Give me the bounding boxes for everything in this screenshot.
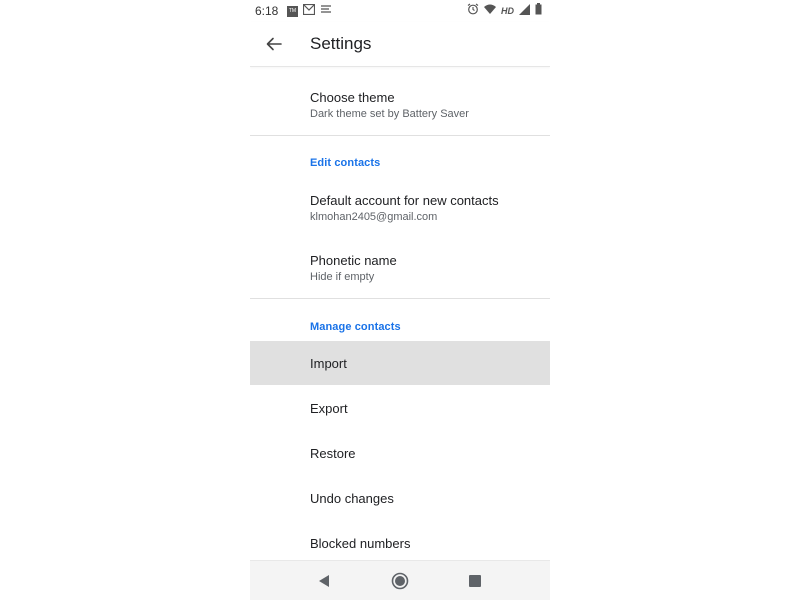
nav-recents-square-icon — [469, 575, 481, 587]
cast-icon — [320, 4, 332, 18]
hd-label: HD — [501, 5, 514, 16]
setting-phonetic-name[interactable]: Phonetic name Hide if empty — [250, 238, 550, 298]
setting-default-account[interactable]: Default account for new contacts klmohan… — [250, 180, 550, 238]
choose-theme-title: Choose theme — [310, 90, 395, 105]
nav-home-circle-icon — [391, 572, 409, 590]
setting-import[interactable]: Import — [250, 341, 550, 385]
status-left-icons: TM — [287, 3, 332, 18]
nav-back-button[interactable] — [312, 569, 336, 593]
export-label: Export — [310, 401, 348, 416]
tv-badge-icon: TM — [287, 5, 298, 17]
nav-home-button[interactable] — [388, 569, 412, 593]
choose-theme-summary: Dark theme set by Battery Saver — [310, 108, 469, 120]
status-time: 6:18 — [255, 4, 279, 18]
setting-restore[interactable]: Restore — [250, 431, 550, 475]
setting-export[interactable]: Export — [250, 386, 550, 430]
blocked-numbers-label: Blocked numbers — [310, 536, 411, 551]
back-button[interactable] — [260, 30, 288, 58]
page-title: Settings — [310, 34, 372, 53]
setting-undo-changes[interactable]: Undo changes — [250, 476, 550, 520]
default-account-title: Default account for new contacts — [310, 193, 499, 208]
setting-choose-theme[interactable]: Choose theme Dark theme set by Battery S… — [250, 68, 550, 135]
nav-recents-button[interactable] — [463, 569, 487, 593]
arrow-back-icon — [266, 37, 282, 51]
battery-icon — [535, 3, 542, 18]
default-account-summary: klmohan2405@gmail.com — [310, 211, 438, 223]
divider — [250, 135, 550, 136]
restore-label: Restore — [310, 446, 356, 461]
system-nav-bar — [250, 560, 550, 600]
phonetic-name-title: Phonetic name — [310, 253, 397, 268]
section-header-manage-contacts: Manage contacts — [310, 321, 401, 333]
app-bar: Settings — [250, 22, 550, 67]
setting-blocked-numbers[interactable]: Blocked numbers — [250, 521, 550, 560]
divider — [250, 298, 550, 299]
nav-back-triangle-icon — [319, 575, 329, 587]
alarm-icon — [467, 3, 479, 18]
status-bar: 6:18 TM HD — [250, 0, 550, 22]
status-right-icons: HD — [467, 3, 542, 18]
signal-icon — [519, 3, 530, 18]
phone-screen: 6:18 TM HD Settings Choose theme Dark th… — [250, 0, 550, 600]
wifi-icon — [484, 4, 496, 18]
phonetic-name-summary: Hide if empty — [310, 271, 375, 283]
undo-changes-label: Undo changes — [310, 491, 394, 506]
section-header-edit-contacts: Edit contacts — [310, 157, 381, 169]
mail-image-icon — [302, 3, 316, 18]
import-label: Import — [310, 356, 347, 371]
